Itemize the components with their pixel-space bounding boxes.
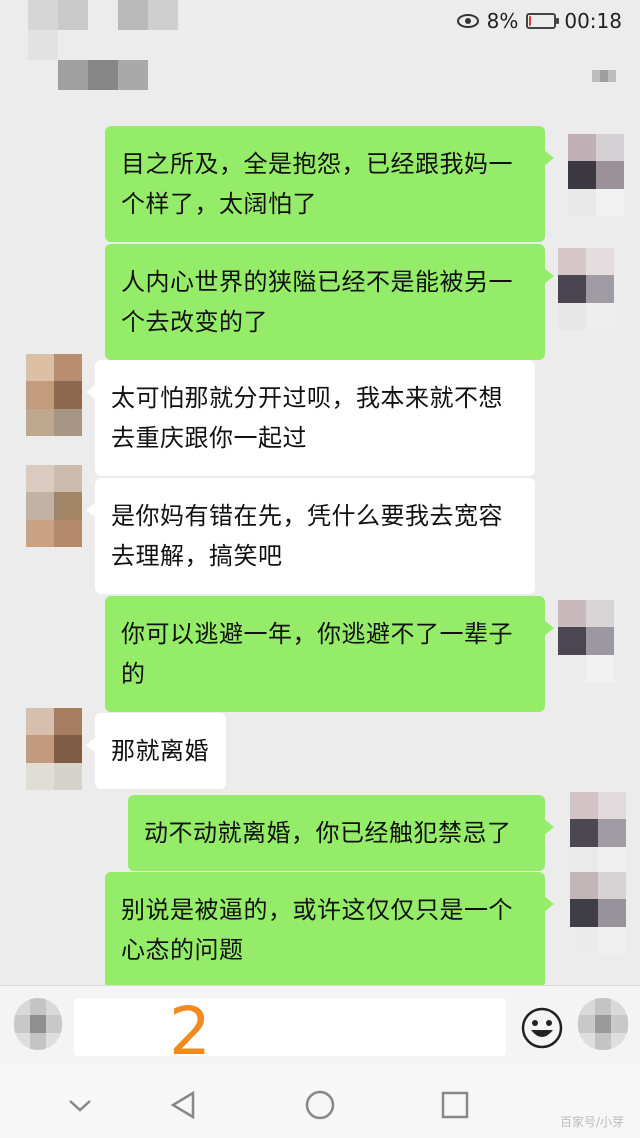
back-triangle-icon[interactable] <box>165 1087 201 1123</box>
received-message-bubble[interactable]: 那就离婚 <box>86 713 226 789</box>
sent-message-bubble[interactable]: 人内心世界的狭隘已经不是能被另一 个去改变的了 <box>105 244 554 360</box>
voice-icon[interactable] <box>14 998 62 1050</box>
avatar[interactable] <box>558 248 614 330</box>
chevron-down-icon[interactable] <box>62 1087 98 1123</box>
avatar[interactable] <box>558 600 614 682</box>
sent-message-bubble[interactable]: 你可以逃避一年，你逃避不了一辈子 的 <box>105 596 554 712</box>
plus-icon[interactable] <box>578 998 628 1050</box>
recent-square-icon[interactable] <box>437 1087 473 1123</box>
emoji-icon[interactable] <box>520 1006 564 1050</box>
typed-text: 2 <box>169 993 211 1070</box>
sent-message-bubble[interactable]: 动不动就离婚，你已经触犯禁忌了 <box>128 795 554 871</box>
avatar[interactable] <box>570 792 626 874</box>
sent-message-bubble[interactable]: 别说是被逼的，或许这仅仅只是一个 心态的问题 <box>105 872 554 988</box>
sent-message-bubble[interactable]: 目之所及，全是抱怨，已经跟我妈一 个样了，太阔怕了 <box>105 126 554 242</box>
avatar[interactable] <box>26 708 82 790</box>
system-nav-bar: 百家号/小芽 <box>0 1065 640 1138</box>
avatar[interactable] <box>568 134 624 216</box>
message-input[interactable]: 2 <box>74 993 506 1070</box>
received-message-bubble[interactable]: 太可怕那就分开过呗，我本来就不想 去重庆跟你一起过 <box>86 360 535 476</box>
chat-area[interactable]: 目之所及，全是抱怨，已经跟我妈一 个样了，太阔怕了 人内心世界的狭隘已经不是能被另… <box>0 0 640 988</box>
home-circle-icon[interactable] <box>302 1087 338 1123</box>
avatar[interactable] <box>26 354 82 436</box>
input-bar: 2 <box>0 985 640 1070</box>
watermark: 百家号/小芽 <box>559 1115 624 1129</box>
received-message-bubble[interactable]: 是你妈有错在先，凭什么要我去宽容 去理解，搞笑吧 <box>86 478 535 594</box>
avatar[interactable] <box>26 465 82 547</box>
avatar[interactable] <box>570 872 626 954</box>
